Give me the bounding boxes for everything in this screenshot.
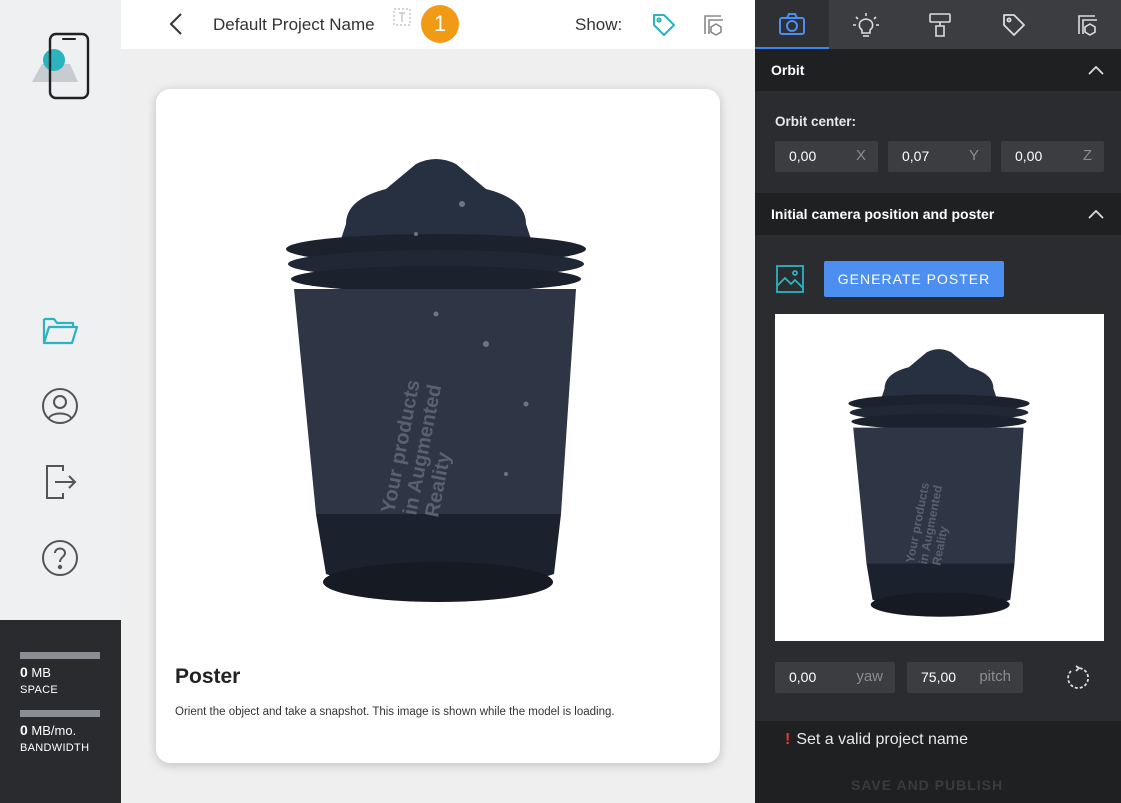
camera-section-title: Initial camera position and poster xyxy=(771,206,995,222)
logout-icon[interactable] xyxy=(38,460,82,504)
bandwidth-label: BANDWIDTH xyxy=(20,742,90,754)
orbit-x-field[interactable]: 0,00 X xyxy=(775,141,878,172)
tab-camera[interactable] xyxy=(755,0,829,49)
ar-cube-icon[interactable] xyxy=(701,12,727,38)
orbit-section-title: Orbit xyxy=(771,62,805,78)
tab-tags[interactable] xyxy=(977,0,1051,49)
rename-icon[interactable] xyxy=(393,8,411,26)
orbit-section-header[interactable]: Orbit xyxy=(755,49,1121,91)
app-logo xyxy=(30,30,90,100)
panel-tabs xyxy=(755,0,1121,49)
bandwidth-bar xyxy=(20,710,100,717)
reset-camera-icon[interactable] xyxy=(1065,665,1091,691)
folder-icon[interactable] xyxy=(38,308,82,352)
project-name[interactable]: Default Project Name xyxy=(213,15,375,35)
top-bar: Default Project Name 1 Show: xyxy=(121,0,755,49)
orbit-y-field[interactable]: 0,07 Y xyxy=(888,141,991,172)
space-value: 0 xyxy=(20,664,28,680)
back-button[interactable] xyxy=(167,12,187,36)
orbit-z-field[interactable]: 0,00 Z xyxy=(1001,141,1104,172)
orbit-center-label: Orbit center: xyxy=(775,114,857,129)
image-icon xyxy=(775,264,805,294)
card-description: Orient the object and take a snapshot. T… xyxy=(175,706,615,718)
pitch-field[interactable]: 75,00 pitch xyxy=(907,662,1023,693)
chevron-up-icon xyxy=(1088,65,1104,75)
warning-icon: ! xyxy=(785,731,791,748)
step-badge: 1 xyxy=(421,5,459,43)
bandwidth-unit: MB/mo. xyxy=(31,723,77,738)
space-bar xyxy=(20,652,100,659)
panel-footer: ! Set a valid project name SAVE AND PUBLI… xyxy=(755,721,1121,803)
space-label: SPACE xyxy=(20,684,58,696)
poster-card: Your products in Augmented Reality Poste… xyxy=(156,89,720,763)
show-label: Show: xyxy=(575,15,623,34)
chevron-up-icon xyxy=(1088,209,1104,219)
help-icon[interactable] xyxy=(38,536,82,580)
tag-icon[interactable] xyxy=(651,12,677,38)
yaw-field[interactable]: 0,00 yaw xyxy=(775,662,895,693)
save-publish-button[interactable]: SAVE AND PUBLISH xyxy=(851,777,1003,793)
settings-panel: Orbit Orbit center: 0,00 X 0,07 Y 0,00 Z… xyxy=(755,0,1121,803)
poster-image: Your products in Augmented Reality xyxy=(841,340,1037,627)
poster-preview: Your products in Augmented Reality xyxy=(775,314,1104,641)
space-unit: MB xyxy=(31,665,51,680)
tab-material[interactable] xyxy=(903,0,977,49)
bandwidth-value: 0 xyxy=(20,722,28,738)
camera-section-header[interactable]: Initial camera position and poster xyxy=(755,193,1121,235)
user-icon[interactable] xyxy=(38,384,82,428)
tab-lighting[interactable] xyxy=(829,0,903,49)
card-title: Poster xyxy=(175,665,241,688)
validation-warning: ! Set a valid project name xyxy=(785,731,968,748)
tab-ar[interactable] xyxy=(1051,0,1121,49)
generate-poster-button[interactable]: GENERATE POSTER xyxy=(824,261,1004,297)
sidebar: 0 MB SPACE 0 MB/mo. BANDWIDTH xyxy=(0,0,121,803)
usage-panel: 0 MB SPACE 0 MB/mo. BANDWIDTH xyxy=(0,620,121,803)
model-viewer[interactable]: Your products in Augmented Reality xyxy=(276,144,596,619)
